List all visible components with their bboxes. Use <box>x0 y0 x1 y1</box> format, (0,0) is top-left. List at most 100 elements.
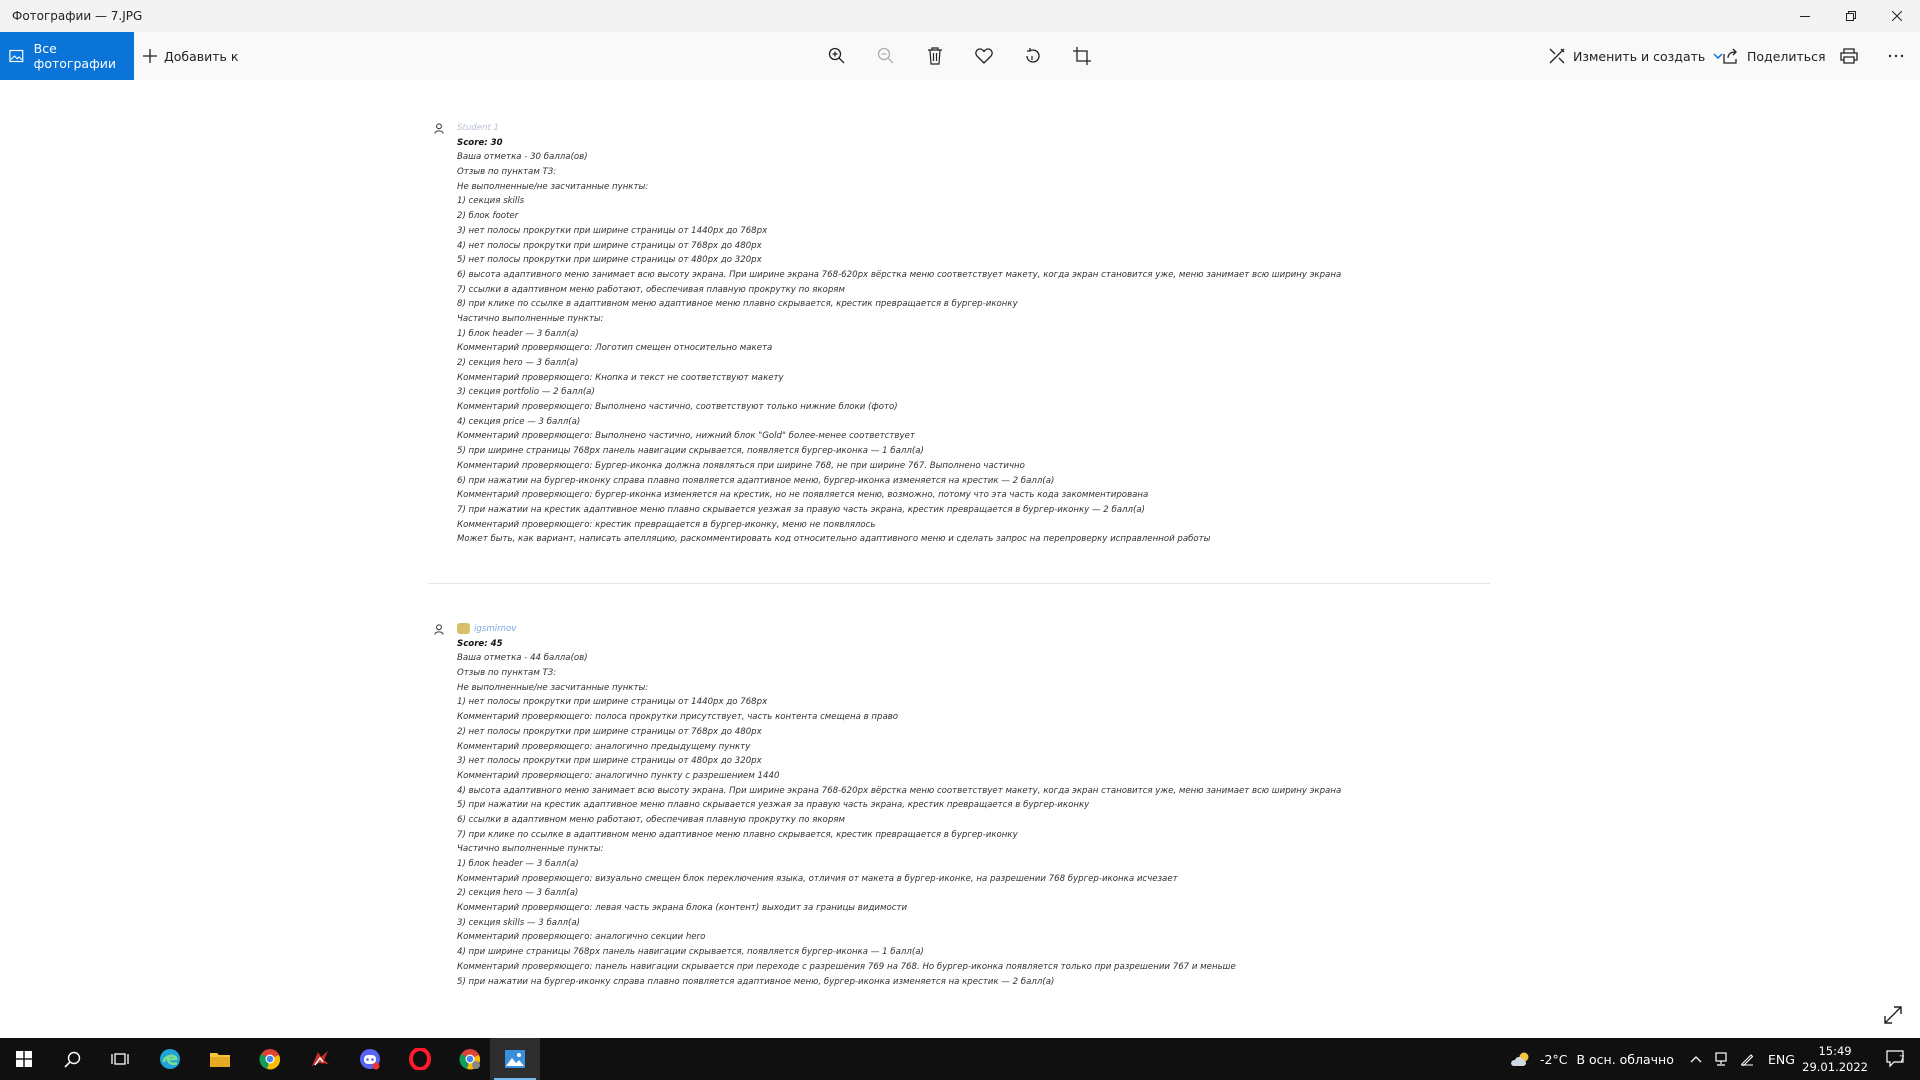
clock[interactable]: 15:49 29.01.2022 <box>1802 1043 1868 1075</box>
review-line: 4) нет полосы прокрутки при ширине стран… <box>457 240 762 251</box>
favorite-button[interactable] <box>964 32 1004 80</box>
chrome-profile-app[interactable] <box>446 1038 494 1080</box>
minimize-button[interactable] <box>1782 0 1828 32</box>
review-line: Комментарий проверяющего: аналогично пун… <box>457 770 780 781</box>
restore-icon <box>1846 11 1856 21</box>
expand-icon <box>1884 1006 1902 1024</box>
plus-icon <box>143 49 157 63</box>
taskbar: -2°C В осн. облачно ENG 15:49 29.01.2022… <box>0 1038 1920 1080</box>
notifications-button[interactable]: 7 <box>1872 1038 1920 1080</box>
review-line: Комментарий проверяющего: Логотип смещен… <box>457 343 773 354</box>
review-line: 5) при ширине страницы 768рх панель нави… <box>457 446 924 457</box>
search-button[interactable] <box>48 1038 96 1080</box>
photos-app[interactable] <box>490 1038 540 1080</box>
rotate-button[interactable] <box>1013 32 1053 80</box>
edit-icon <box>1549 48 1565 64</box>
windows-logo-icon <box>16 1051 32 1067</box>
review-line: 6) ссылки в адаптивном меню работают, об… <box>457 814 845 825</box>
review-line: 6) при нажатии на бургер-иконку справа п… <box>457 475 1055 486</box>
review-line: Не выполненные/не засчитанные пункты: <box>457 682 649 693</box>
weather-widget[interactable]: -2°C В осн. облачно <box>1510 1038 1674 1080</box>
weather-temp: -2°C <box>1540 1051 1568 1067</box>
close-button[interactable] <box>1874 0 1920 32</box>
notification-count: 7 <box>1899 1055 1905 1065</box>
review-line: 1) секция skills <box>457 196 525 207</box>
review-line: 3) секция skills — 3 балл(а) <box>457 917 580 928</box>
fullscreen-button[interactable] <box>1884 1006 1902 1028</box>
review-separator <box>428 583 1490 584</box>
review-line: 2) секция hero — 3 балл(а) <box>457 888 579 899</box>
add-to-button[interactable]: Добавить к <box>143 32 238 80</box>
avatar <box>457 623 470 634</box>
review-line: Отзыв по пунктам ТЗ: <box>457 668 557 679</box>
review-text: igsmirnov Score: 45 Ваша отметка - 44 бал… <box>457 622 1457 989</box>
delete-button[interactable] <box>915 32 955 80</box>
photo-view[interactable]: Student 1 Score: 30 Ваша отметка - 30 бал… <box>0 80 1920 1038</box>
language-indicator[interactable]: ENG <box>1768 1052 1795 1067</box>
toolbar: Все фотографии Добавить к Изменить и соз… <box>0 32 1920 80</box>
review-line: Комментарий проверяющего: аналогично сек… <box>457 932 706 943</box>
chrome-app[interactable] <box>246 1038 294 1080</box>
pen-icon[interactable] <box>1740 1052 1754 1066</box>
review-line: Отзыв по пунктам ТЗ: <box>457 167 557 178</box>
clock-time: 15:49 <box>1818 1044 1852 1058</box>
review-line: 7) при нажатии на крестик адаптивное мен… <box>457 504 1146 515</box>
edge-app[interactable] <box>146 1038 194 1080</box>
zoom-in-button[interactable] <box>817 32 857 80</box>
edge-icon <box>160 1049 180 1069</box>
review-line: Комментарий проверяющего: полоса прокрут… <box>457 712 899 723</box>
more-options-button[interactable] <box>1876 32 1916 80</box>
share-button[interactable]: Поделиться <box>1723 32 1826 80</box>
chrome-icon <box>459 1049 481 1070</box>
more-icon <box>1888 54 1904 58</box>
game-app[interactable] <box>296 1038 344 1080</box>
review-line: Частично выполненные пункты: <box>457 313 604 324</box>
review-line: Ваша отметка - 44 балла(ов) <box>457 653 588 664</box>
cloud-sun-icon <box>1511 1052 1529 1066</box>
review-line: Комментарий проверяющего: Выполнено част… <box>457 402 898 413</box>
review-line: 8) при клике по ссылке в адаптивном меню… <box>457 299 1018 310</box>
discord-app[interactable] <box>346 1038 394 1080</box>
review-line: Комментарий проверяющего: крестик превра… <box>457 519 876 530</box>
all-photos-button[interactable]: Все фотографии <box>0 32 134 80</box>
review-line: Комментарий проверяющего: Выполнено част… <box>457 431 915 442</box>
task-view-icon <box>111 1053 129 1065</box>
review-line: Ваша отметка - 30 балла(ов) <box>457 152 588 163</box>
window-title: Фотографии — 7.JPG <box>12 9 143 23</box>
print-button[interactable] <box>1829 32 1869 80</box>
crop-button[interactable] <box>1062 32 1102 80</box>
opera-app[interactable] <box>396 1038 444 1080</box>
review-line: 2) нет полосы прокрутки при ширине стран… <box>457 726 762 737</box>
review-line: 3) секция portfolio — 2 балл(а) <box>457 387 595 398</box>
chrome-icon <box>259 1049 281 1070</box>
review-author: Student 1 <box>457 123 500 133</box>
crop-icon <box>1073 47 1091 65</box>
zoom-out-button[interactable] <box>866 32 906 80</box>
search-icon <box>63 1051 80 1068</box>
photo-icon <box>9 49 24 63</box>
discord-icon <box>360 1049 380 1070</box>
task-view-button[interactable] <box>96 1038 144 1080</box>
add-to-label: Добавить к <box>164 48 239 64</box>
review-line: Не выполненные/не засчитанные пункты: <box>457 181 649 192</box>
review-text: Student 1 Score: 30 Ваша отметка - 30 бал… <box>457 121 1457 547</box>
restore-button[interactable] <box>1828 0 1874 32</box>
start-button[interactable] <box>0 1038 48 1080</box>
review-line: 4) секция price — 3 балл(а) <box>457 416 581 427</box>
weather-text: В осн. облачно <box>1576 1051 1674 1067</box>
folder-icon <box>210 1053 230 1067</box>
review-line: 7) при клике по ссылке в адаптивном меню… <box>457 829 1018 840</box>
network-icon[interactable] <box>1714 1052 1728 1066</box>
clock-date: 29.01.2022 <box>1802 1060 1868 1074</box>
review-line: 5) при нажатии на крестик адаптивное мен… <box>457 800 1090 811</box>
chevron-up-icon[interactable] <box>1690 1055 1702 1063</box>
review-line: Комментарий проверяющего: Бургер-иконка … <box>457 460 1025 471</box>
review-line: Комментарий проверяющего: левая часть эк… <box>457 903 908 914</box>
printer-icon <box>1840 48 1858 64</box>
file-explorer-app[interactable] <box>196 1038 244 1080</box>
review-line: 6) высота адаптивного меню занимает всю … <box>457 269 1342 280</box>
review-line: 3) нет полосы прокрутки при ширине стран… <box>457 756 762 767</box>
review-line: 2) секция hero — 3 балл(а) <box>457 358 579 368</box>
opera-icon <box>409 1048 431 1070</box>
edit-create-button[interactable]: Изменить и создать <box>1549 32 1723 80</box>
